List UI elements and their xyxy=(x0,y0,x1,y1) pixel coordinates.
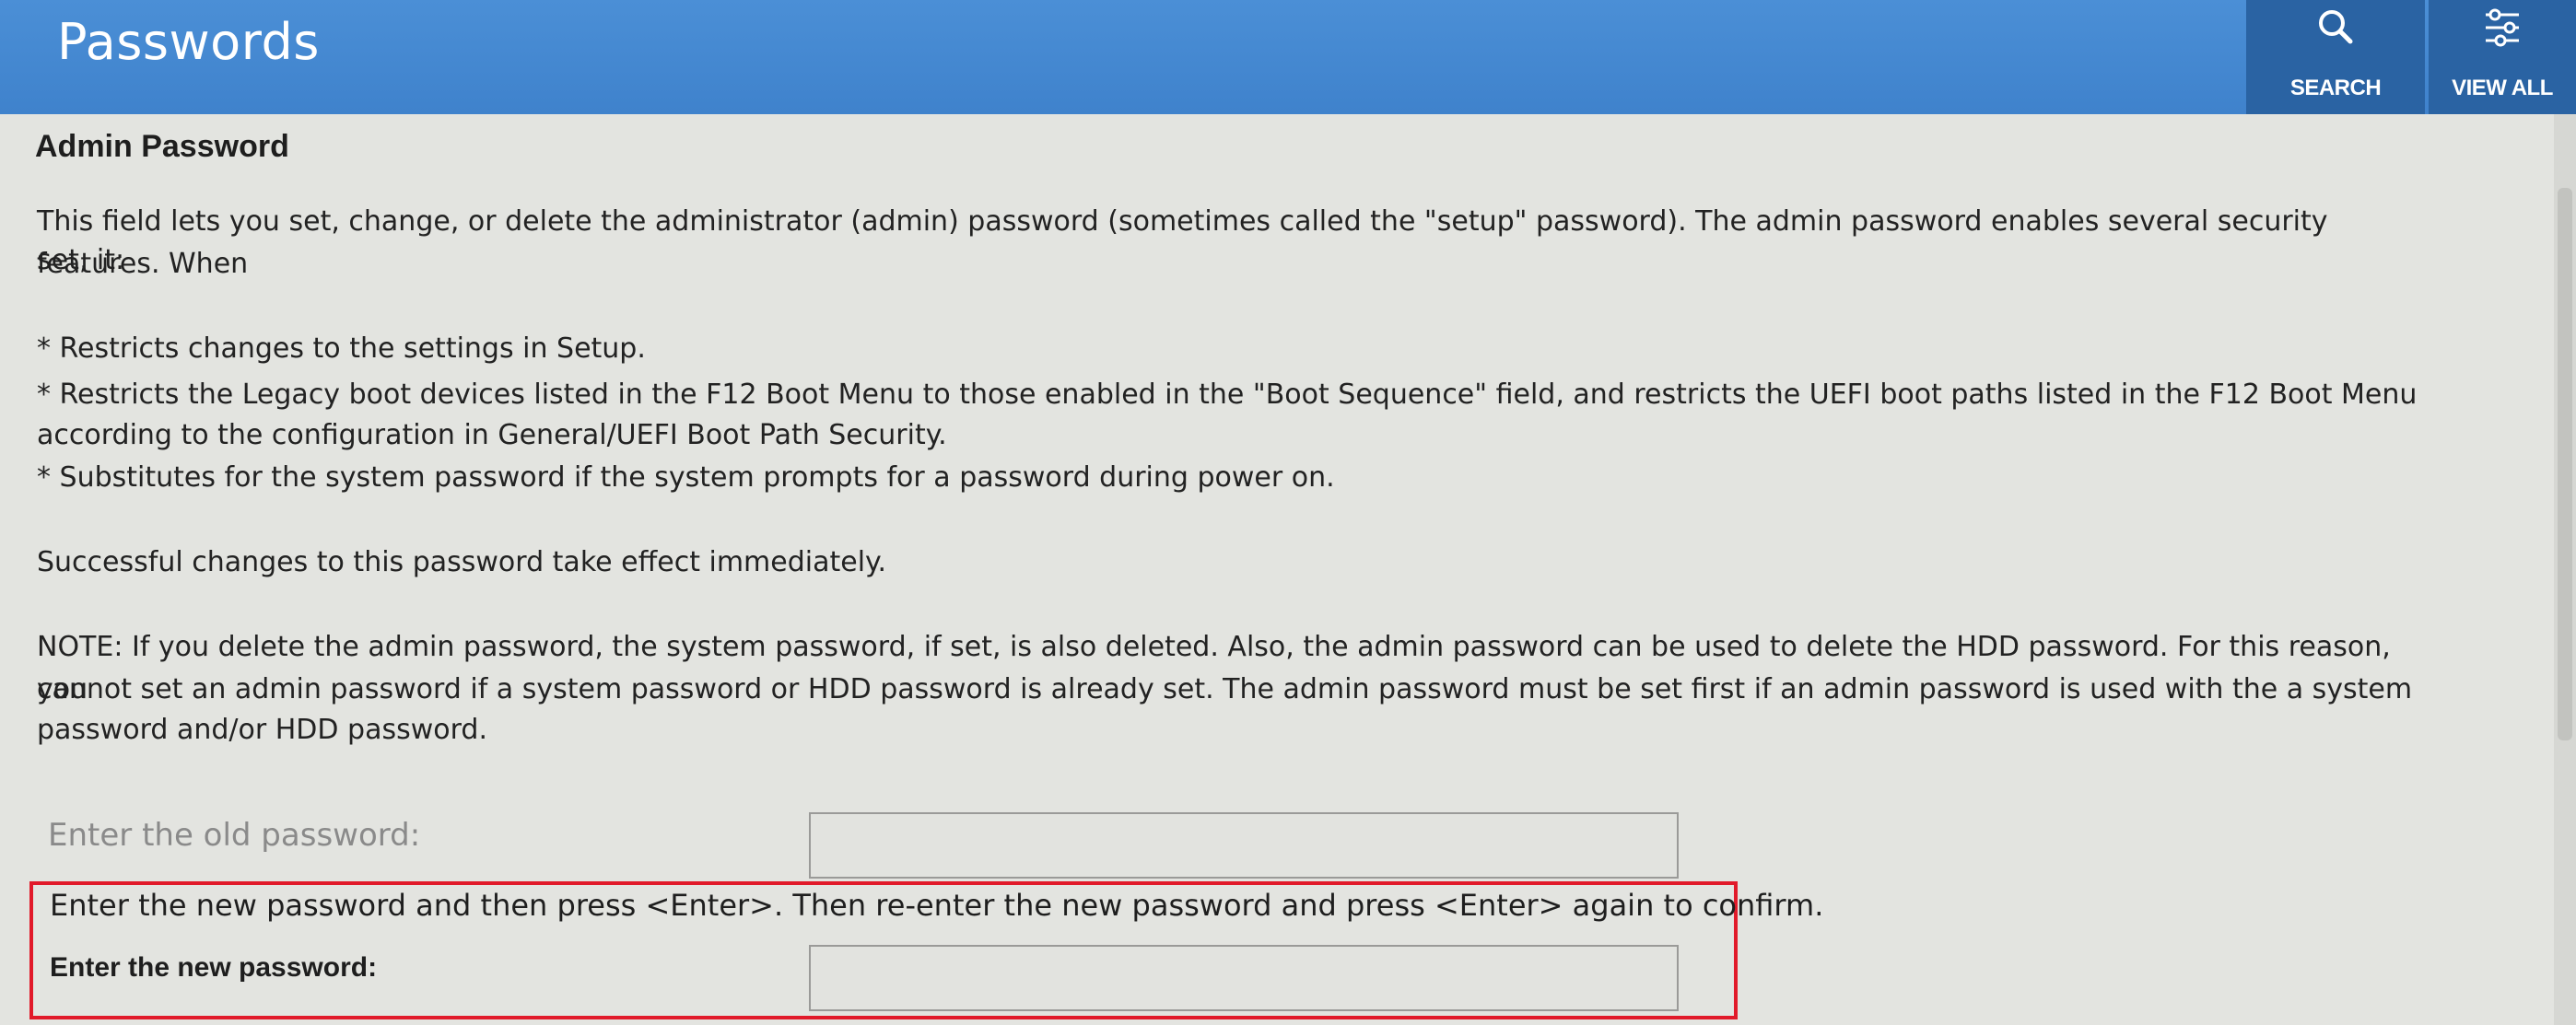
bullet-legacy-boot-line-2: according to the configuration in Genera… xyxy=(37,419,947,451)
section-title: Admin Password xyxy=(35,129,289,164)
view-all-label: VIEW ALL xyxy=(2452,76,2553,100)
search-button[interactable]: SEARCH xyxy=(2246,0,2425,114)
search-label: SEARCH xyxy=(2289,76,2382,100)
old-password-label: Enter the old password: xyxy=(48,817,421,854)
header-bar: Passwords SEARCH VIEW ALL xyxy=(0,0,2576,114)
search-icon xyxy=(2319,10,2353,44)
intro-line-2: set, it: xyxy=(37,244,125,276)
bullet-restricts-setup: * Restricts changes to the settings in S… xyxy=(37,332,646,365)
vertical-scrollbar[interactable] xyxy=(2554,114,2576,1025)
note-line-2: cannot set an admin password if a system… xyxy=(37,673,2413,705)
success-note: Successful changes to this password take… xyxy=(37,546,887,578)
bullet-substitutes: * Substitutes for the system password if… xyxy=(37,461,1335,494)
new-password-instruction: Enter the new password and then press <E… xyxy=(50,888,1824,923)
new-password-input[interactable] xyxy=(811,947,1677,1009)
view-all-button[interactable]: VIEW ALL xyxy=(2429,0,2576,114)
new-password-label: Enter the new password: xyxy=(50,952,378,983)
page-title: Passwords xyxy=(57,13,320,71)
old-password-field[interactable] xyxy=(809,812,1679,879)
scrollbar-thumb[interactable] xyxy=(2558,188,2572,740)
sliders-icon xyxy=(2486,8,2519,47)
old-password-input[interactable] xyxy=(811,814,1677,877)
note-line-3: password and/or HDD password. xyxy=(37,714,487,746)
bullet-legacy-boot-line-1: * Restricts the Legacy boot devices list… xyxy=(37,379,2418,411)
new-password-field[interactable] xyxy=(809,945,1679,1011)
